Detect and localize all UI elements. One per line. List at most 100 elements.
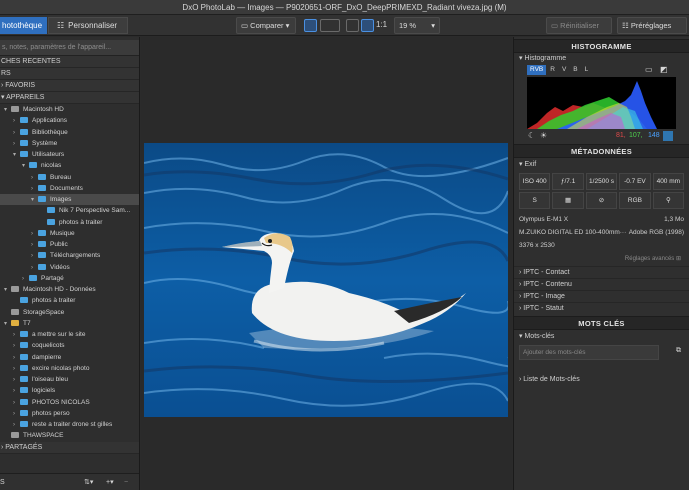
iptc-section[interactable]: › IPTC - Contenu	[514, 278, 689, 290]
presets-button[interactable]: ☷ Préréglages	[617, 17, 687, 34]
compare-button[interactable]: ▭ Comparer ▾	[236, 17, 296, 34]
tree-item[interactable]: › Musique	[0, 228, 139, 239]
iptc-section[interactable]: › IPTC - Contact	[514, 266, 689, 278]
tree-item-label: Bureau	[50, 173, 71, 181]
folder-icon	[20, 364, 28, 371]
shared-header[interactable]: › PARTAGÉS	[0, 441, 139, 454]
tree-item[interactable]: ▾ Macintosh HD	[0, 104, 139, 115]
favorites-header[interactable]: › FAVORIS	[0, 80, 139, 92]
advanced-settings-link[interactable]: Réglages avancés ⊞	[514, 252, 689, 266]
sort-icon[interactable]: ⇅▾	[84, 474, 93, 490]
tree-item[interactable]: photos à traiter	[0, 217, 139, 228]
keyword-input[interactable]: Ajouter des mots-clés	[519, 345, 659, 360]
tree-item[interactable]: › coquelicots	[0, 340, 139, 351]
keywords-subheader[interactable]: ▾ Mots-clés	[514, 330, 689, 343]
clipping-icon[interactable]: ◩	[660, 65, 668, 74]
exif-label: Exif	[524, 161, 537, 168]
histogram-subheader[interactable]: ▾ Histogramme	[514, 53, 689, 64]
tree-item[interactable]: › dampierre	[0, 352, 139, 363]
channel-button[interactable]: RVB	[527, 65, 547, 75]
split-view-icon[interactable]	[320, 19, 340, 32]
move-icon[interactable]	[361, 19, 374, 32]
tab-photo-library[interactable]: hotothèque	[0, 17, 47, 34]
iptc-section[interactable]: › IPTC - Statut	[514, 302, 689, 314]
fit-screen-icon[interactable]	[346, 19, 359, 32]
tab-customize[interactable]: ☷ Personnaliser	[48, 17, 128, 34]
drive-icon	[11, 106, 19, 112]
compare-icon: ▭	[241, 21, 251, 30]
tree-item[interactable]: ▾ Utilisateurs	[0, 149, 139, 160]
exif-chips-row-2: S ▦ ⊘ RGB ⚲	[514, 192, 689, 209]
tree-item[interactable]: ▾ T7	[0, 318, 139, 329]
keyword-tools-icon[interactable]: ⧉	[676, 347, 681, 355]
channel-button[interactable]: B	[570, 65, 580, 75]
channel-button[interactable]: V	[559, 65, 569, 75]
keyword-list-row[interactable]: › Liste de Mots-clés	[514, 374, 689, 386]
tree-item[interactable]: Nik 7 Perspective Sam...	[0, 205, 139, 216]
tree-item[interactable]: › photos perso	[0, 408, 139, 419]
tree-item[interactable]: StorageSpace	[0, 307, 139, 318]
tree-item-label: Système	[32, 139, 58, 147]
folder-icon	[38, 196, 46, 202]
exif-chip: ƒ/7.1	[552, 173, 584, 190]
tree-item[interactable]: THAWSPACE	[0, 430, 139, 441]
single-view-icon[interactable]	[304, 19, 317, 32]
main-photo[interactable]	[144, 143, 508, 417]
tree-item[interactable]: › Applications	[0, 115, 139, 126]
tree-item[interactable]: ▾ Images	[0, 194, 139, 206]
tree-item[interactable]: › Public	[0, 239, 139, 250]
tree-item[interactable]: › Vidéos	[0, 262, 139, 273]
tree-item[interactable]: › excire nicolas photo	[0, 363, 139, 374]
sun-icon[interactable]: ☀	[540, 131, 547, 140]
add-icon[interactable]: +▾	[106, 474, 114, 490]
tree-item-label: Documents	[50, 184, 83, 192]
moon-icon[interactable]: ☾	[528, 131, 535, 140]
exif-chip: S	[519, 192, 551, 209]
channel-button[interactable]: R	[547, 65, 558, 75]
recent-searches-header[interactable]: CHES RECENTES	[0, 56, 139, 68]
window-title-bar: DxO PhotoLab — Images — P9020651-ORF_DxO…	[0, 0, 689, 15]
tree-item-label: THAWSPACE	[23, 432, 64, 440]
tree-item[interactable]: › Bureau	[0, 172, 139, 183]
tree-item[interactable]: › Bibliothèque	[0, 127, 139, 138]
tree-item[interactable]: photos à traiter	[0, 295, 139, 306]
tree-item-label: dampierre	[32, 353, 62, 361]
tree-item[interactable]: › Documents	[0, 183, 139, 194]
folder-icon	[38, 241, 46, 247]
tree-item[interactable]: › Système	[0, 138, 139, 149]
reset-button[interactable]: ▭ Réinitialiser	[546, 17, 612, 34]
folder-icon	[29, 162, 37, 169]
green-value: 107,	[629, 132, 643, 139]
folder-icon	[20, 353, 28, 360]
tree-item[interactable]: › logiciels	[0, 385, 139, 396]
metadata-header[interactable]: MÉTADONNÉES	[514, 144, 689, 158]
channel-button[interactable]: L	[582, 65, 592, 75]
blue-value: 148	[648, 132, 660, 139]
monitor-icon[interactable]: ▭	[645, 65, 653, 74]
main-toolbar: hotothèque ☷ Personnaliser ▭ Comparer ▾ 1…	[0, 15, 689, 36]
keywords-header[interactable]: MOTS CLÉS	[514, 316, 689, 330]
tree-item-label: photos à traiter	[32, 297, 76, 305]
exif-subheader[interactable]: ▾ Exif	[514, 158, 689, 171]
zoom-select[interactable]: 19 % ▾	[394, 17, 440, 34]
exif-chip: 1/2500 s	[585, 173, 618, 190]
tree-item[interactable]: › Partagé	[0, 273, 139, 284]
tree-item[interactable]: ▾ Macintosh HD - Données	[0, 284, 139, 295]
section-header-rs[interactable]: RS	[0, 68, 139, 80]
folder-icon	[20, 376, 28, 382]
histogram-header[interactable]: HISTOGRAMME	[514, 39, 689, 53]
iptc-section[interactable]: › IPTC - Image	[514, 290, 689, 302]
gannet-photo	[144, 143, 508, 417]
remove-icon[interactable]: −	[124, 474, 128, 490]
folder-icon	[20, 117, 28, 124]
tree-item[interactable]: › l'oiseau bleu	[0, 374, 139, 385]
tree-item[interactable]: ▾ nicolas	[0, 160, 139, 171]
search-input[interactable]: s, notes, paramètres de l'appareil...	[0, 40, 139, 56]
tree-item[interactable]: › a mettre sur le site	[0, 329, 139, 340]
tree-item[interactable]: › PHOTOS NICOLAS	[0, 397, 139, 408]
tree-item[interactable]: › Téléchargements	[0, 250, 139, 261]
devices-header[interactable]: ▾ APPAREILS	[0, 92, 139, 104]
ratio-label[interactable]: 1:1	[376, 20, 387, 29]
tree-item[interactable]: › reste a traiter drone st gilles	[0, 419, 139, 430]
tree-item-label: StorageSpace	[23, 308, 65, 316]
